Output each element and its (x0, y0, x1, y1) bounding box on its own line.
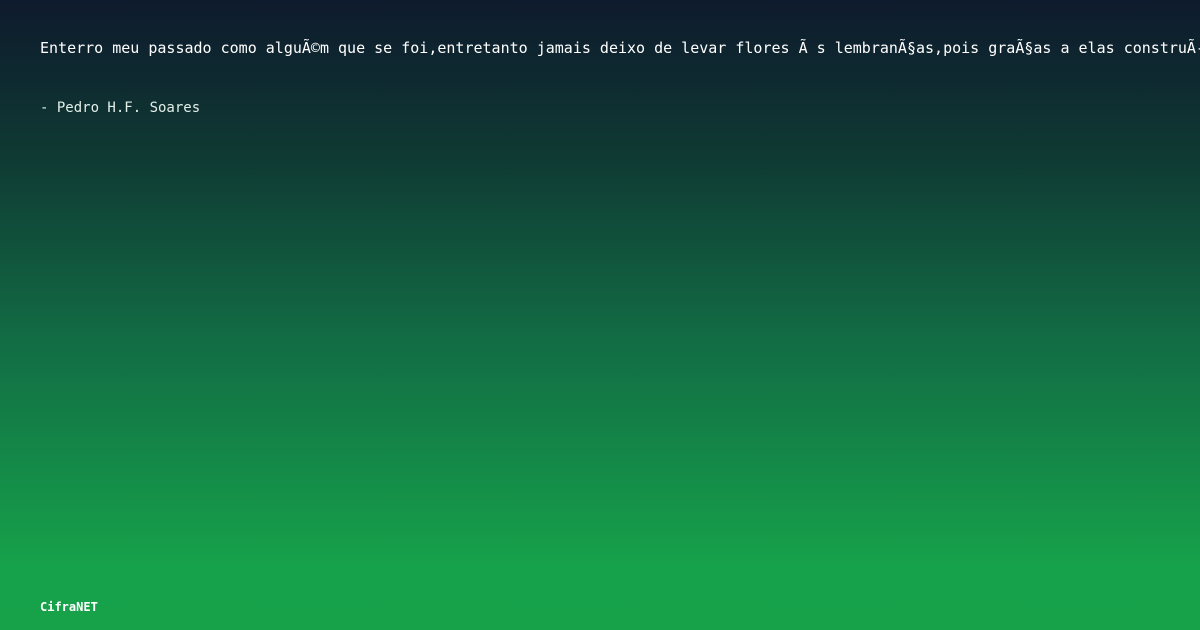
brand-name: CifraNET (40, 600, 98, 614)
quote-author: - Pedro H.F. Soares (40, 100, 201, 116)
quote-text: Enterro meu passado como alguÃ©m que se … (40, 39, 1200, 57)
